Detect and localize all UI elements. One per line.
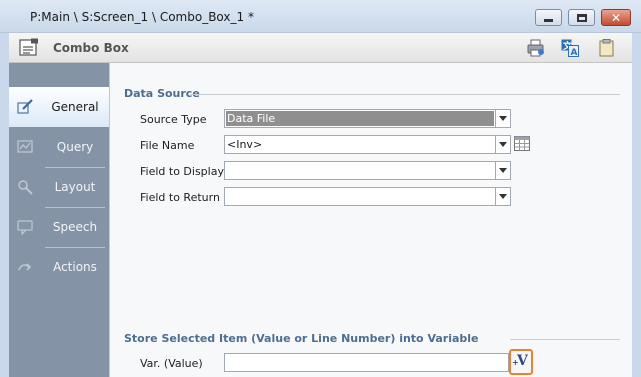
- chevron-down-icon: [499, 142, 507, 147]
- maximize-icon: [576, 13, 587, 22]
- sidebar-item-label: General: [51, 100, 99, 114]
- window-frame-right: [632, 33, 641, 377]
- field-to-display-combo[interactable]: [224, 161, 511, 180]
- source-type-combo[interactable]: Data File: [224, 109, 511, 128]
- dropdown-button[interactable]: [495, 162, 510, 179]
- sidebar-item-label: Speech: [52, 220, 98, 234]
- field-to-return-label: Field to Return: [140, 191, 220, 204]
- combo-box-icon: [19, 38, 38, 56]
- pencil-icon: [17, 99, 33, 114]
- file-name-label: File Name: [140, 139, 195, 152]
- dropdown-button[interactable]: [495, 110, 510, 127]
- dropdown-button[interactable]: [495, 188, 510, 205]
- header: Combo Box 文 A: [9, 33, 632, 63]
- layout-icon: [18, 180, 33, 195]
- dropdown-button[interactable]: [495, 136, 510, 153]
- minimize-button[interactable]: [535, 9, 562, 26]
- sidebar-item-label: Actions: [53, 260, 97, 274]
- sidebar-item-layout[interactable]: Layout: [9, 167, 109, 207]
- field-to-return-combo[interactable]: [224, 187, 511, 206]
- section-divider: [190, 94, 620, 95]
- maximize-button[interactable]: [568, 9, 595, 26]
- sidebar-item-query[interactable]: Query: [9, 127, 109, 167]
- chevron-down-icon: [499, 194, 507, 199]
- minimize-icon: [544, 19, 553, 22]
- sidebar-item-general[interactable]: General: [9, 87, 110, 127]
- clipboard-icon[interactable]: [598, 39, 616, 57]
- insert-variable-button[interactable]: + V: [509, 349, 533, 375]
- data-source-title: Data Source: [124, 87, 200, 100]
- speech-icon: [17, 220, 33, 235]
- actions-icon: [18, 263, 32, 271]
- sidebar-item-actions[interactable]: Actions: [9, 247, 109, 287]
- var-value-input[interactable]: [224, 353, 509, 372]
- translate-icon[interactable]: 文 A: [561, 39, 579, 57]
- close-icon: ✕: [610, 10, 622, 25]
- query-icon: [17, 140, 33, 153]
- header-title: Combo Box: [53, 41, 129, 55]
- chevron-down-icon: [499, 168, 507, 173]
- sidebar: General Query Layout Speech Actions: [9, 63, 110, 377]
- section-divider: [510, 339, 620, 340]
- chevron-down-icon: [499, 116, 507, 121]
- field-to-display-label: Field to Display: [140, 165, 224, 178]
- content-panel: Data Source Source Type Data File File N…: [109, 63, 632, 377]
- table-icon[interactable]: [514, 136, 530, 151]
- sidebar-item-label: Layout: [54, 180, 96, 194]
- file-name-combo[interactable]: <Inv>: [224, 135, 511, 154]
- store-variable-title: Store Selected Item (Value or Line Numbe…: [124, 332, 479, 345]
- window-frame-left: [0, 33, 9, 377]
- sidebar-item-label: Query: [56, 140, 94, 154]
- variable-icon: V: [517, 353, 528, 369]
- file-name-value: <Inv>: [227, 138, 263, 151]
- print-icon[interactable]: [527, 39, 545, 57]
- svg-text:A: A: [571, 48, 578, 57]
- source-type-label: Source Type: [140, 113, 207, 126]
- sidebar-item-speech[interactable]: Speech: [9, 207, 109, 247]
- title-bar: P:Main \ S:Screen_1 \ Combo_Box_1 * ✕: [0, 0, 641, 33]
- close-button[interactable]: ✕: [601, 9, 631, 26]
- window-title: P:Main \ S:Screen_1 \ Combo_Box_1 *: [30, 10, 254, 24]
- source-type-value: Data File: [227, 112, 276, 125]
- var-value-label: Var. (Value): [140, 357, 203, 370]
